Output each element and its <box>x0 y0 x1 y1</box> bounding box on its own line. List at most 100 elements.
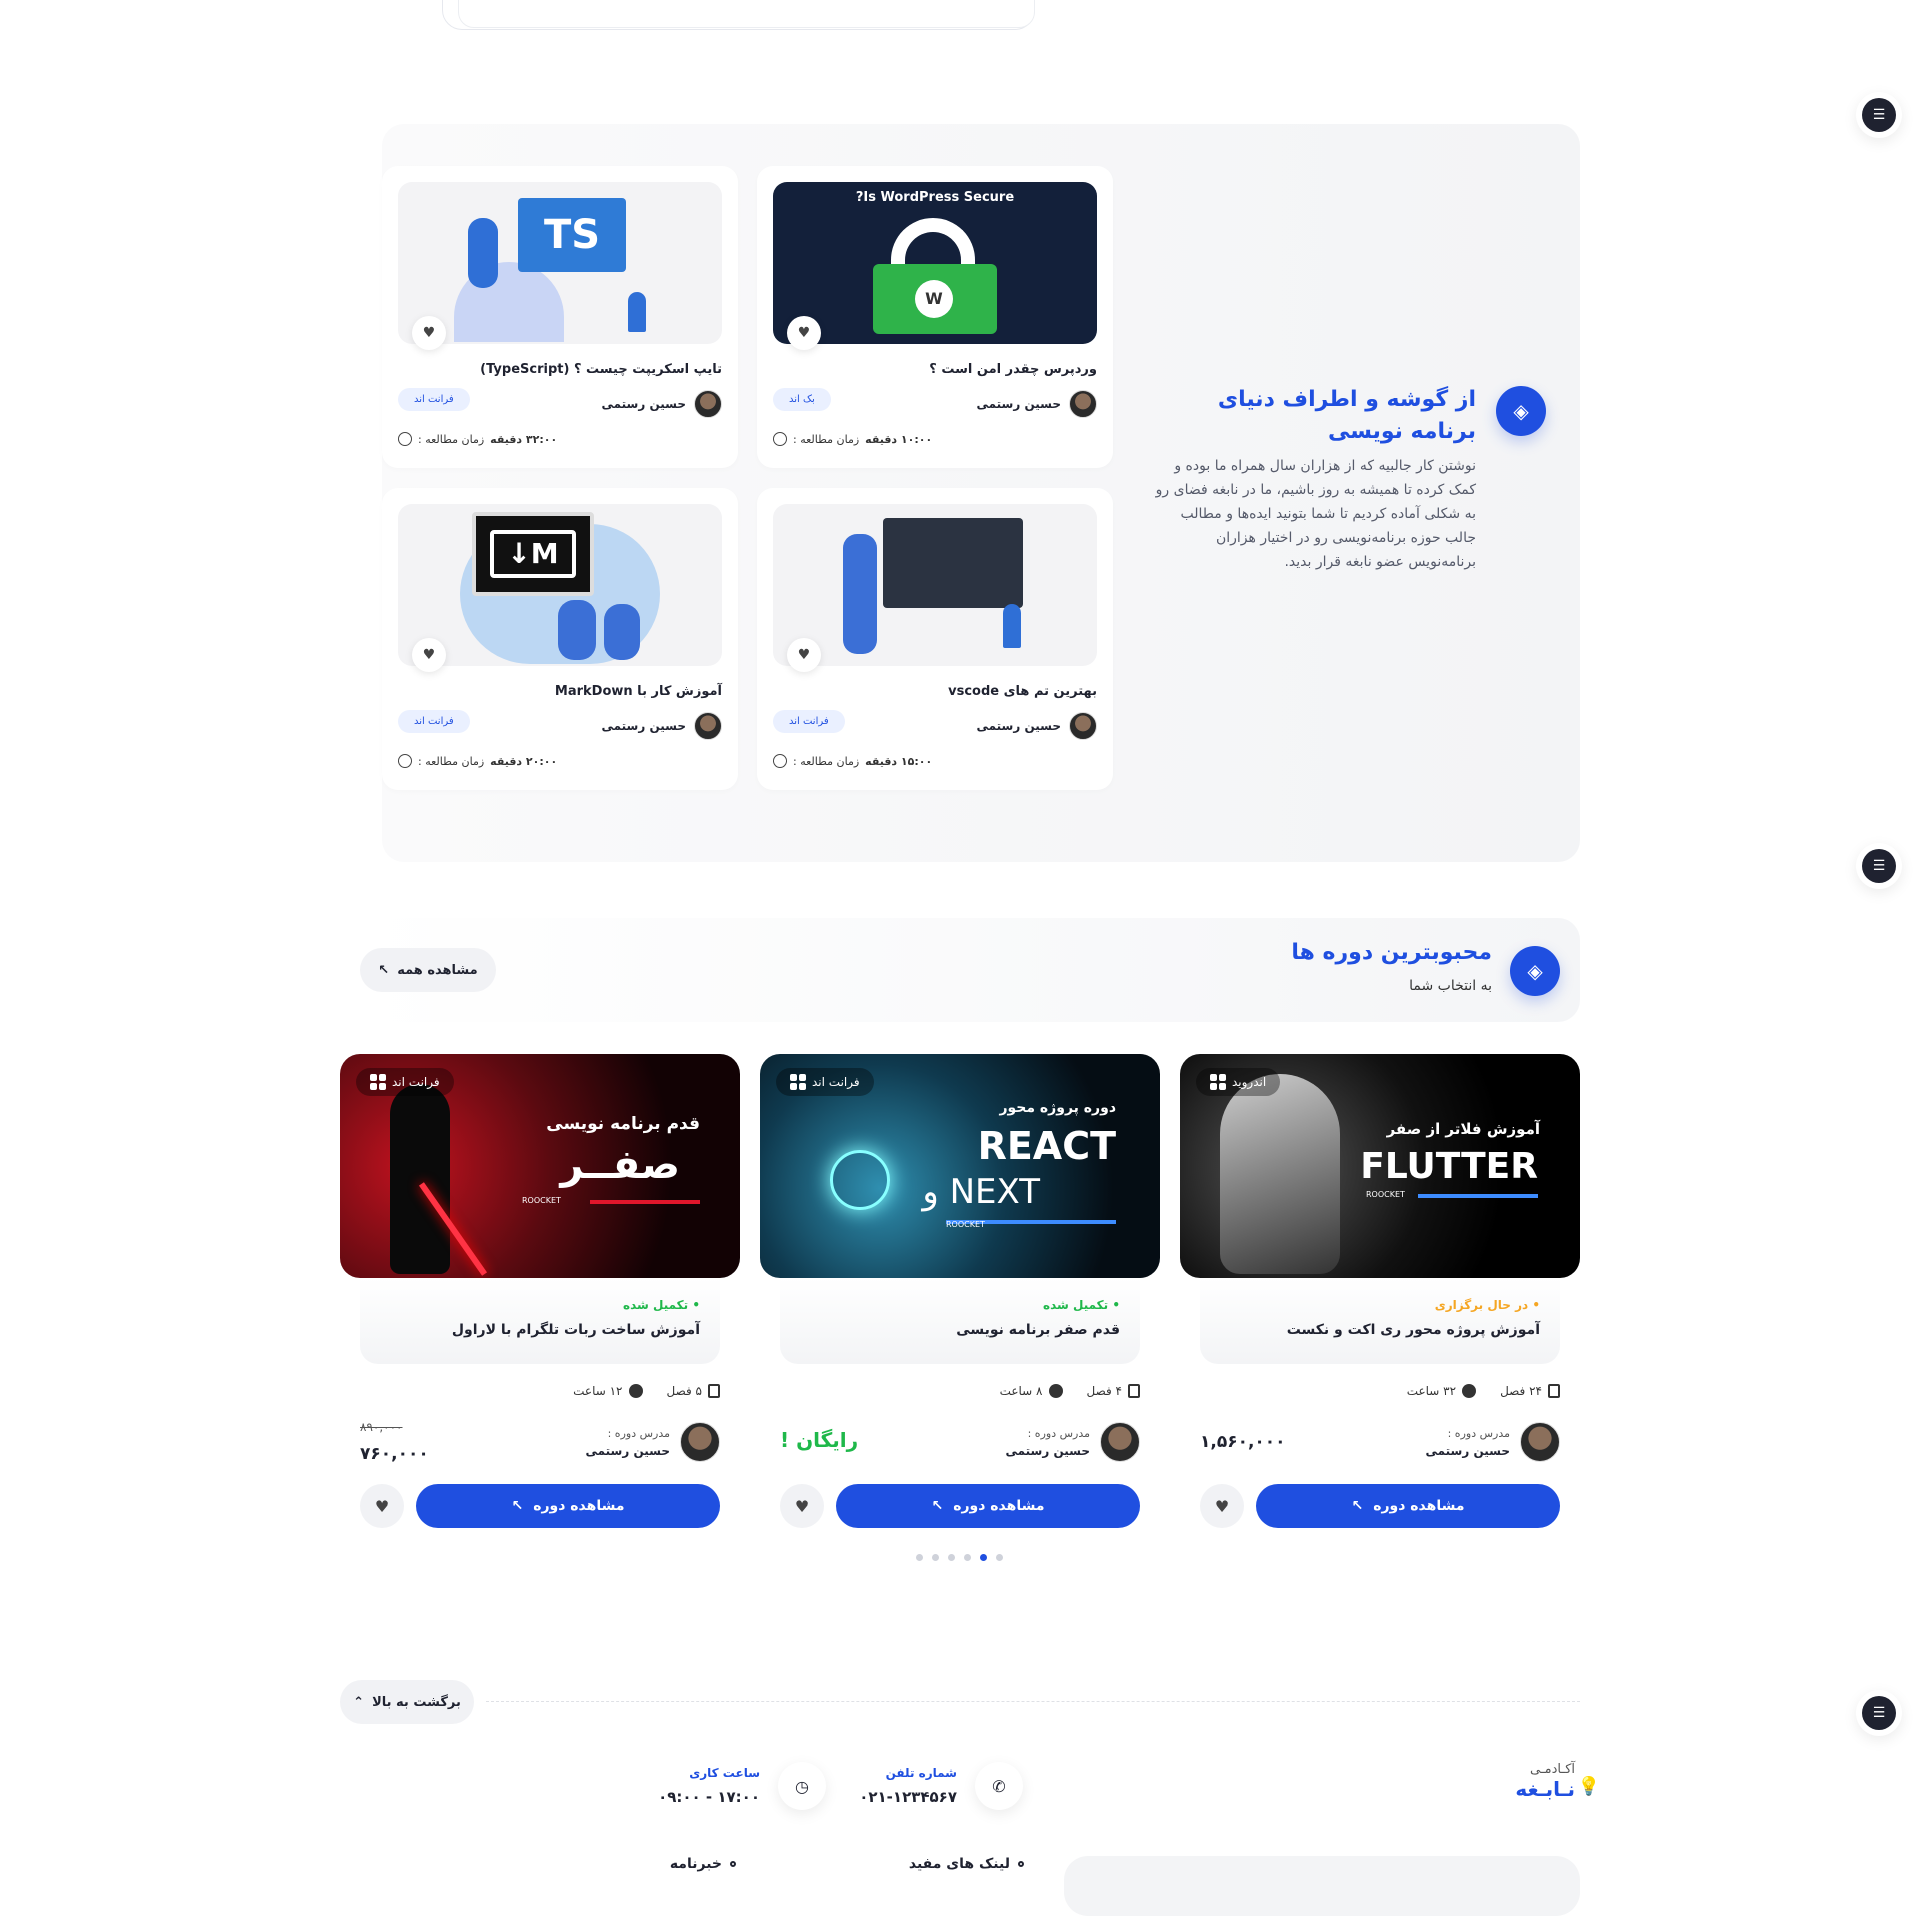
react-glow-icon <box>830 1150 890 1210</box>
brand-logo[interactable]: آکـادمـی نـابـغه <box>1515 1762 1575 1801</box>
typescript-logo: TS <box>518 198 626 272</box>
like-heart-icon[interactable]: ♥ <box>1200 1484 1244 1528</box>
phone-label: شماره تلفن <box>885 1766 957 1780</box>
avatar <box>694 390 722 418</box>
like-heart-icon[interactable]: ♥ <box>412 316 446 350</box>
read-time-label: زمان مطالعه : <box>793 432 860 446</box>
like-heart-icon[interactable]: ♥ <box>787 638 821 672</box>
course-info: • تکمیل شده قدم صفر برنامه نویسی <box>780 1278 1140 1364</box>
teacher-name: حسین رستمی <box>1005 1443 1090 1458</box>
course-card[interactable]: دوره پروژه محور REACT NEXT و ROOCKET فرا… <box>760 1054 1160 1534</box>
clock-icon <box>398 432 412 446</box>
blog-card-title[interactable]: تایپ اسکریپت چیست ؟ (TypeScript) <box>480 362 722 377</box>
grid-icon <box>790 1074 806 1090</box>
course-title[interactable]: آموزش ساخت ربات تلگرام با لاراول <box>452 1322 700 1338</box>
clock-icon <box>1048 1384 1063 1398</box>
side-menu-button[interactable]: ☰ <box>1856 92 1902 138</box>
category-tag[interactable]: فرانت اند <box>773 710 845 733</box>
blog-card-image: TS <box>398 182 722 344</box>
clock-icon <box>398 754 412 768</box>
document-icon <box>708 1384 720 1398</box>
grid-icon <box>1210 1074 1226 1090</box>
category-badge[interactable]: فرانت اند <box>356 1068 454 1096</box>
category-tag[interactable]: بک اند <box>773 388 831 411</box>
author-name: حسین رستمی <box>976 397 1061 411</box>
divider <box>486 1701 1580 1702</box>
arrow-up-left-icon: ↖ <box>378 962 390 978</box>
blog-card-title[interactable]: بهترین تم های vscode <box>948 684 1097 699</box>
markdown-logo: M↓ <box>490 530 576 578</box>
bullet-icon <box>1018 1861 1024 1867</box>
side-menu-button[interactable]: ☰ <box>1856 843 1902 889</box>
course-meta: ۵ فصل ۱۲ ساعت <box>573 1384 720 1398</box>
chapters-value: ۴ فصل <box>1086 1384 1123 1398</box>
like-heart-icon[interactable]: ♥ <box>787 316 821 350</box>
carousel-dot[interactable] <box>948 1554 955 1561</box>
blog-card[interactable]: ♥ بهترین تم های vscode حسین رستمی فرانت … <box>757 488 1113 790</box>
carousel-dot[interactable] <box>932 1554 939 1561</box>
category-tag[interactable]: فرانت اند <box>398 710 470 733</box>
see-all-button[interactable]: مشاهده همه ↖ <box>360 948 496 992</box>
category-tag[interactable]: فرانت اند <box>398 388 470 411</box>
read-time-value: ۲۰:۰۰ دقیقه <box>490 754 558 768</box>
carousel-dot-active[interactable] <box>980 1554 987 1561</box>
blog-card[interactable]: M↓ ♥ آموزش کار با MarkDown حسین رستمی فر… <box>382 488 738 790</box>
author: حسین رستمی <box>976 712 1097 740</box>
person-figure <box>468 218 498 288</box>
course-card[interactable]: آموزش فلاتر از صفر FLUTTER ROOCKET اندرو… <box>1180 1054 1580 1534</box>
author: حسین رستمی <box>601 712 722 740</box>
category-label: اندروید <box>1232 1075 1267 1089</box>
cover-title: صفــر <box>560 1142 680 1188</box>
course-card[interactable]: قدم برنامه نویسی صفــر ROOCKET فرانت اند… <box>340 1054 740 1534</box>
arrow-up-left-icon: ↖ <box>1351 1498 1364 1514</box>
like-heart-icon[interactable]: ♥ <box>780 1484 824 1528</box>
menu-icon: ☰ <box>1862 98 1896 132</box>
view-course-button[interactable]: مشاهده دوره ↖ <box>1256 1484 1560 1528</box>
course-info: • در حال برگزاری آموزش پروژه محور ری اکت… <box>1200 1278 1560 1364</box>
carousel-dot[interactable] <box>964 1554 971 1561</box>
blog-card[interactable]: Is WordPress Secure? W ♥ وردپرس چقدر امن… <box>757 166 1113 468</box>
bullet-icon <box>730 1861 736 1867</box>
category-badge[interactable]: فرانت اند <box>776 1068 874 1096</box>
author: حسین رستمی <box>601 390 722 418</box>
document-icon <box>1128 1384 1140 1398</box>
phone-icon: ✆ <box>975 1762 1023 1810</box>
duration: ۳۲ ساعت <box>1407 1384 1477 1398</box>
cover-title: FLUTTER <box>1360 1146 1538 1187</box>
avatar <box>1520 1422 1560 1462</box>
carousel-dot[interactable] <box>916 1554 923 1561</box>
course-title[interactable]: قدم صفر برنامه نویسی <box>956 1322 1120 1338</box>
back-to-top-button[interactable]: برگشت به بالا ⌃ <box>340 1680 474 1724</box>
chapters: ۵ فصل <box>667 1384 720 1398</box>
footer-panel <box>1064 1856 1580 1916</box>
read-time-label: زمان مطالعه : <box>418 754 485 768</box>
course-title[interactable]: آموزش پروژه محور ری اکت و نکست <box>1287 1322 1540 1338</box>
status-label: در حال برگزاری <box>1434 1298 1529 1312</box>
chapters-value: ۲۴ فصل <box>1500 1384 1542 1398</box>
phone-contact[interactable]: ✆ شماره تلفن ۰۲۱-۱۲۳۴۵۶۷ <box>859 1762 1023 1810</box>
side-menu-button[interactable]: ☰ <box>1856 1690 1902 1736</box>
cover-text: آموزش فلاتر از صفر <box>1386 1120 1540 1138</box>
markdown-window: M↓ <box>472 512 594 596</box>
author: حسین رستمی <box>976 390 1097 418</box>
like-heart-icon[interactable]: ♥ <box>412 638 446 672</box>
read-time-label: زمان مطالعه : <box>418 432 485 446</box>
category-badge[interactable]: اندروید <box>1196 1068 1281 1096</box>
blog-card[interactable]: TS ♥ تایپ اسکریپت چیست ؟ (TypeScript) حس… <box>382 166 738 468</box>
old-price: ۸۹۰,۰۰۰ <box>360 1420 403 1434</box>
like-heart-icon[interactable]: ♥ <box>360 1484 404 1528</box>
popular-subtitle: به انتخاب شما <box>1409 978 1492 994</box>
brand-small-text: آکـادمـی <box>1530 1762 1575 1777</box>
view-course-button[interactable]: مشاهده دوره ↖ <box>836 1484 1140 1528</box>
avatar <box>1069 712 1097 740</box>
author-name: حسین رستمی <box>601 719 686 733</box>
blog-card-title[interactable]: آموزش کار با MarkDown <box>555 684 722 699</box>
blog-description: نوشتن کار جالبیه که از هزاران سال همراه … <box>1155 458 1476 570</box>
hours-value: ۰۹:۰۰ - ۱۷:۰۰ <box>658 1788 760 1806</box>
avatar <box>1100 1422 1140 1462</box>
view-course-button[interactable]: مشاهده دوره ↖ <box>416 1484 720 1528</box>
author-name: حسین رستمی <box>976 719 1061 733</box>
image-caption: Is WordPress Secure? <box>855 190 1015 205</box>
carousel-dot[interactable] <box>996 1554 1003 1561</box>
blog-card-title[interactable]: وردپرس چقدر امن است ؟ <box>929 362 1097 377</box>
